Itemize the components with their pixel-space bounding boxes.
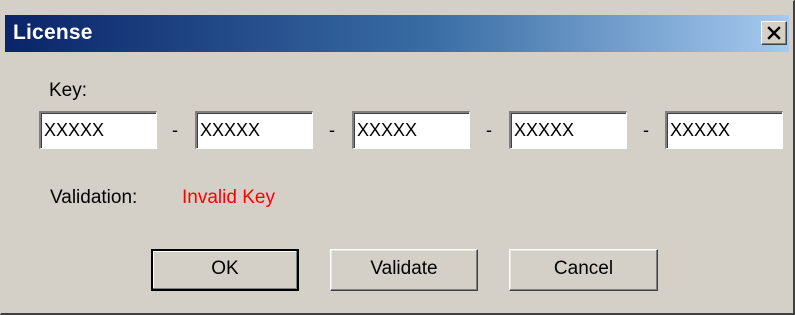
validate-button[interactable]: Validate	[330, 249, 478, 291]
key-separator: -	[643, 120, 649, 140]
key-separator: -	[329, 120, 335, 140]
ok-button[interactable]: OK	[151, 249, 299, 291]
key-field-1[interactable]	[39, 111, 157, 149]
key-field-4[interactable]	[509, 111, 627, 149]
window-title: License	[13, 21, 93, 44]
validation-status: Invalid Key	[182, 187, 275, 208]
key-label: Key:	[49, 80, 88, 101]
close-icon	[767, 26, 781, 40]
validation-label: Validation:	[50, 187, 138, 208]
cancel-button[interactable]: Cancel	[509, 249, 658, 291]
license-dialog: License Key: - - - - Validation: Invalid…	[0, 0, 795, 315]
key-separator: -	[486, 120, 492, 140]
key-field-3[interactable]	[352, 111, 470, 149]
key-separator: -	[172, 120, 178, 140]
key-field-5[interactable]	[665, 111, 783, 149]
title-bar[interactable]: License	[5, 15, 789, 52]
close-button[interactable]	[761, 21, 787, 45]
key-field-2[interactable]	[195, 111, 313, 149]
